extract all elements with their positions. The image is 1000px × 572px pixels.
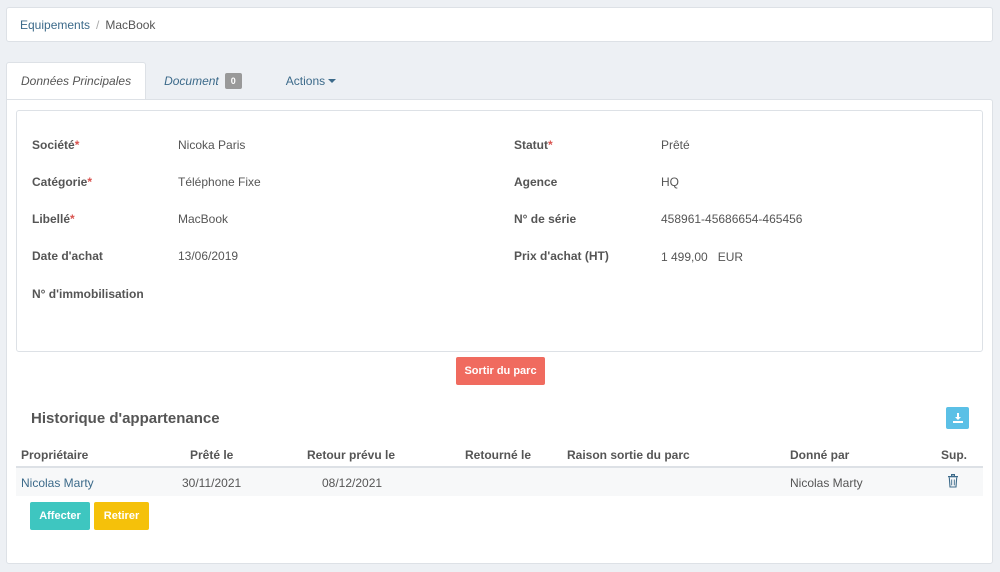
libelle-value: MacBook [178,212,229,226]
tab-main-data[interactable]: Données Principales [6,62,147,99]
agence-value: HQ [661,175,679,189]
planned-return-date: 08/12/2021 [322,476,383,490]
col-planned-return: Retour prévu le [307,448,396,462]
tab-bar: Données Principales Document 0 Actions [6,62,993,99]
history-title: Historique d'appartenance [31,410,220,427]
remove-button[interactable]: Retirer [94,502,149,530]
tab-document-label: Document [164,73,219,88]
tab-main-data-label: Données Principales [21,74,132,88]
categorie-label: Catégorie* [32,175,93,189]
prix-value: 1 499,00 EUR [661,250,743,264]
required-marker: * [74,138,80,152]
download-icon [952,413,963,423]
date-achat-label: Date d'achat [32,249,103,263]
prix-currency: EUR [717,250,744,264]
prix-amount: 1 499,00 [661,250,708,264]
serie-value: 458961-45686654-465456 [661,212,803,226]
breadcrumb-link-equipements[interactable]: Equipements [20,18,90,32]
col-given-by: Donné par [790,448,850,462]
agence-label: Agence [514,175,558,189]
exit-park-button[interactable]: Sortir du parc [456,357,545,385]
table-row: Nicolas Marty 30/11/2021 08/12/2021 Nico… [16,468,983,496]
tab-panel: Société* Nicoka Paris Catégorie* Télépho… [6,99,993,564]
trash-icon[interactable] [947,474,959,488]
serie-label: N° de série [514,212,577,226]
assign-button[interactable]: Affecter [30,502,90,530]
lent-date: 30/11/2021 [182,476,242,490]
immobilisation-label: N° d'immobilisation [32,287,144,301]
breadcrumb-separator: / [96,17,100,32]
societe-value: Nicoka Paris [178,138,246,152]
given-by: Nicolas Marty [790,476,863,490]
libelle-label: Libellé* [32,212,75,226]
date-achat-value: 13/06/2019 [178,249,239,263]
statut-value: Prêté [661,138,690,152]
actions-dropdown[interactable]: Actions [256,62,350,99]
history-table: Propriétaire Prêté le Retour prévu le Re… [16,443,983,496]
owner-link[interactable]: Nicolas Marty [21,476,94,490]
breadcrumb-current: MacBook [105,17,156,32]
history-table-header: Propriétaire Prêté le Retour prévu le Re… [16,443,983,468]
required-marker: * [70,212,75,226]
statut-label: Statut* [514,138,553,152]
col-lent: Prêté le [190,448,234,462]
caret-down-icon [328,78,337,83]
breadcrumb: Equipements / MacBook [6,7,993,42]
col-delete: Sup. [941,448,967,462]
required-marker: * [87,175,93,189]
actions-label: Actions [285,73,326,88]
required-marker: * [548,138,553,152]
col-exit-reason: Raison sortie du parc [567,448,690,462]
main-content: Données Principales Document 0 Actions S… [6,62,993,564]
equipment-info-box: Société* Nicoka Paris Catégorie* Télépho… [16,110,983,352]
download-button[interactable] [946,407,969,429]
prix-label: Prix d'achat (HT) [514,249,609,263]
societe-label: Société* [32,138,80,152]
tab-document[interactable]: Document 0 [146,62,256,99]
col-returned: Retourné le [465,448,532,462]
document-count-badge: 0 [224,72,242,89]
categorie-value: Téléphone Fixe [178,175,261,189]
col-owner: Propriétaire [21,448,89,462]
